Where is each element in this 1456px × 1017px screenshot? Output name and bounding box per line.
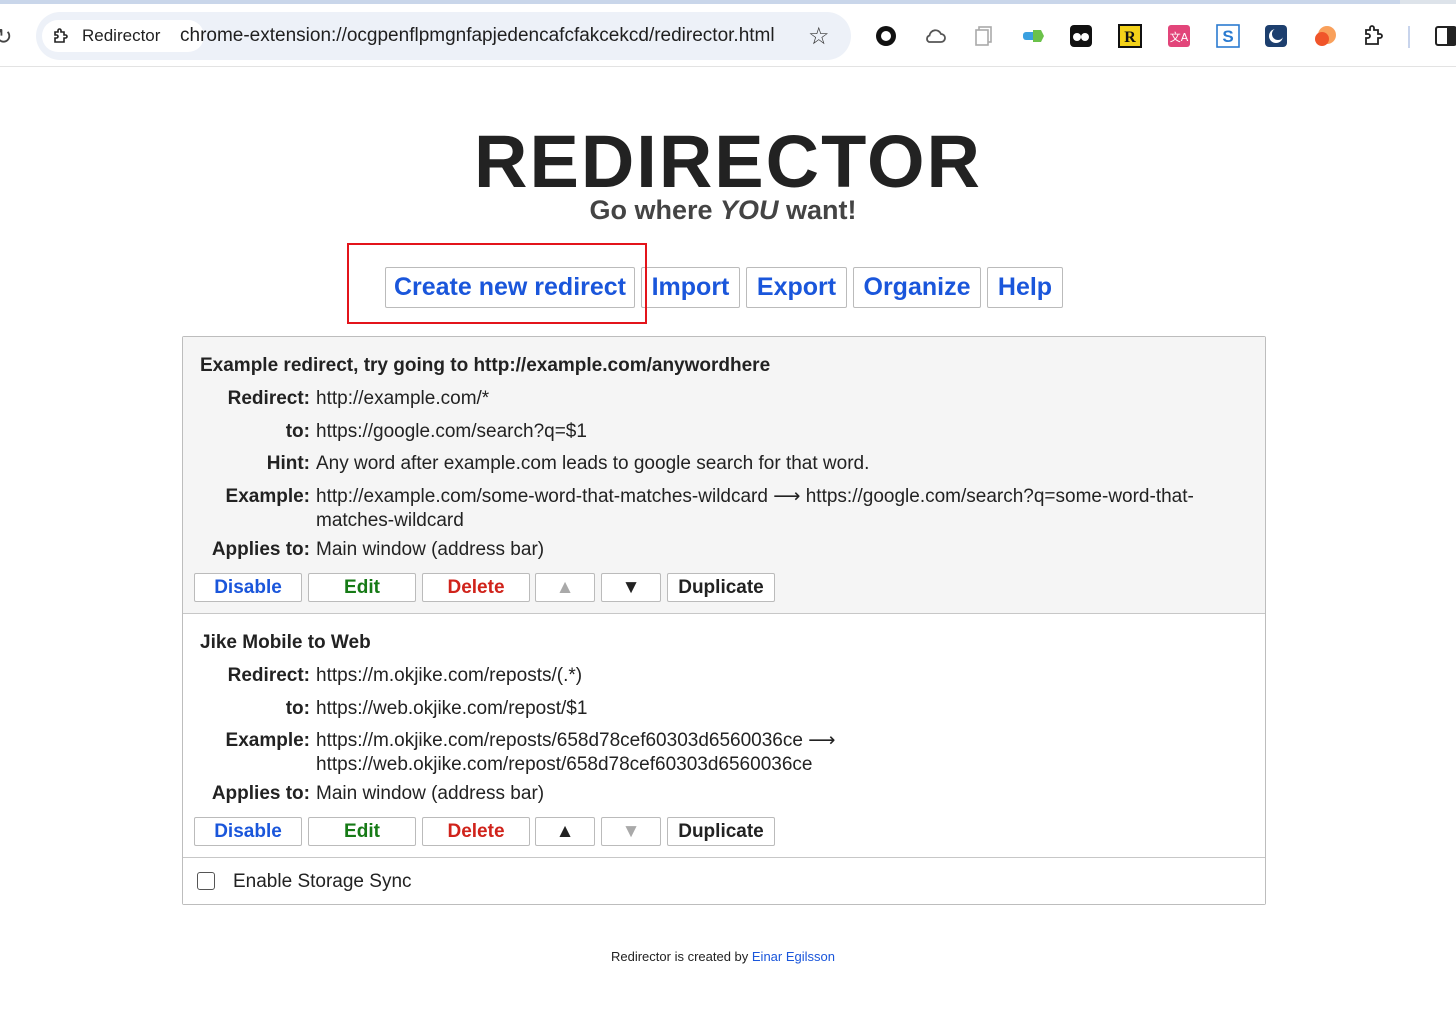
move-down-button[interactable]: ▼ — [601, 573, 661, 602]
redirect-example-line2: https://web.okjike.com/repost/658d78cef6… — [316, 754, 813, 775]
disable-button[interactable]: Disable — [194, 817, 302, 846]
redirect-item: Jike Mobile to Web Redirect: https://m.o… — [183, 614, 1265, 858]
toolbar-separator — [1408, 26, 1410, 48]
bookmark-star-icon[interactable]: ☆ — [808, 22, 830, 51]
to-label: to: — [285, 421, 310, 442]
example-label: Example: — [225, 730, 310, 751]
s-ext-icon[interactable]: S — [1216, 24, 1240, 48]
example-label: Example: — [225, 486, 310, 507]
storage-sync-row: Enable Storage Sync — [183, 858, 1265, 904]
hint-label: Hint: — [266, 453, 310, 474]
delete-button[interactable]: Delete — [422, 817, 530, 846]
edit-button[interactable]: Edit — [308, 817, 416, 846]
reload-icon[interactable]: ↻ — [0, 24, 12, 50]
move-up-button[interactable]: ▲ — [535, 817, 595, 846]
svg-text:S: S — [1222, 27, 1233, 46]
redirect-item: Example redirect, try going to http://ex… — [183, 337, 1265, 614]
translate-ext-icon[interactable]: 文A — [1167, 24, 1191, 48]
redirect-target: https://web.okjike.com/repost/$1 — [316, 698, 588, 719]
site-chip-label: Redirector — [82, 26, 161, 45]
address-bar[interactable]: Redirector chrome-extension://ocgpenflpm… — [36, 12, 851, 60]
applies-label: Applies to: — [211, 539, 310, 560]
to-label: to: — [285, 698, 310, 719]
footer: Redirector is created by Einar Egilsson — [0, 949, 1446, 964]
redirect-title: Example redirect, try going to http://ex… — [200, 355, 771, 376]
footer-text: Redirector is created by — [610, 949, 752, 964]
ghost-ext-icon[interactable] — [1069, 24, 1093, 48]
moon-ext-icon[interactable] — [1264, 24, 1288, 48]
redirect-applies: Main window (address bar) — [316, 539, 545, 560]
redirect-example-line1: http://example.com/some-word-that-matche… — [316, 486, 1194, 507]
help-button[interactable]: Help — [987, 267, 1063, 308]
import-button[interactable]: Import — [641, 267, 740, 308]
move-up-button: ▲ — [535, 573, 595, 602]
puzzle-icon[interactable] — [1362, 24, 1386, 48]
tagline-emphasis: YOU — [720, 195, 779, 225]
delete-button[interactable]: Delete — [422, 573, 530, 602]
highlight-box — [347, 243, 647, 324]
redirect-pattern: https://m.okjike.com/reposts/(.*) — [316, 665, 583, 686]
organize-button[interactable]: Organize — [853, 267, 981, 308]
storage-sync-checkbox[interactable] — [197, 872, 215, 890]
circle-ext-icon[interactable] — [874, 24, 898, 48]
disable-button[interactable]: Disable — [194, 573, 302, 602]
applies-label: Applies to: — [211, 783, 310, 804]
redirect-label: Redirect: — [227, 388, 310, 409]
tagline-after: want! — [778, 195, 857, 225]
redirect-example-line2: matches-wildcard — [316, 510, 464, 531]
app-logo: REDIRECTOR — [474, 120, 982, 203]
storage-sync-label[interactable]: Enable Storage Sync — [233, 871, 412, 893]
redirect-example-line1: https://m.okjike.com/reposts/658d78cef60… — [316, 730, 836, 751]
svg-text:R: R — [1124, 29, 1136, 46]
redirect-hint: Any word after example.com leads to goog… — [316, 453, 870, 474]
redirect-list: Example redirect, try going to http://ex… — [182, 336, 1266, 905]
car-ext-icon[interactable] — [1021, 24, 1045, 48]
duplicate-button[interactable]: Duplicate — [667, 817, 775, 846]
svg-text:文A: 文A — [1170, 30, 1189, 44]
duplicate-button[interactable]: Duplicate — [667, 573, 775, 602]
copy-ext-icon[interactable] — [972, 24, 996, 48]
cloud-ext-icon[interactable] — [923, 24, 947, 48]
redirect-label: Redirect: — [227, 665, 310, 686]
tagline: Go where YOU want! — [0, 194, 1446, 226]
tagline-before: Go where — [589, 195, 720, 225]
extension-puzzle-icon — [54, 28, 68, 43]
edit-button[interactable]: Edit — [308, 573, 416, 602]
redirect-applies: Main window (address bar) — [316, 783, 545, 804]
orange-ext-icon[interactable] — [1313, 24, 1337, 48]
redirect-title: Jike Mobile to Web — [200, 632, 371, 653]
browser-toolbar: ↻ Redirector chrome-extension://ocgpenfl… — [0, 4, 1456, 67]
redirect-pattern: http://example.com/* — [316, 388, 490, 409]
author-link[interactable]: Einar Egilsson — [752, 949, 835, 964]
side-panel-icon[interactable] — [1434, 24, 1456, 48]
url-text[interactable]: chrome-extension://ocgpenflpmgnfapjedenc… — [180, 12, 810, 60]
r-ext-icon[interactable]: R — [1118, 24, 1142, 48]
redirect-target: https://google.com/search?q=$1 — [316, 421, 587, 442]
move-down-button: ▼ — [601, 817, 661, 846]
export-button[interactable]: Export — [746, 267, 847, 308]
